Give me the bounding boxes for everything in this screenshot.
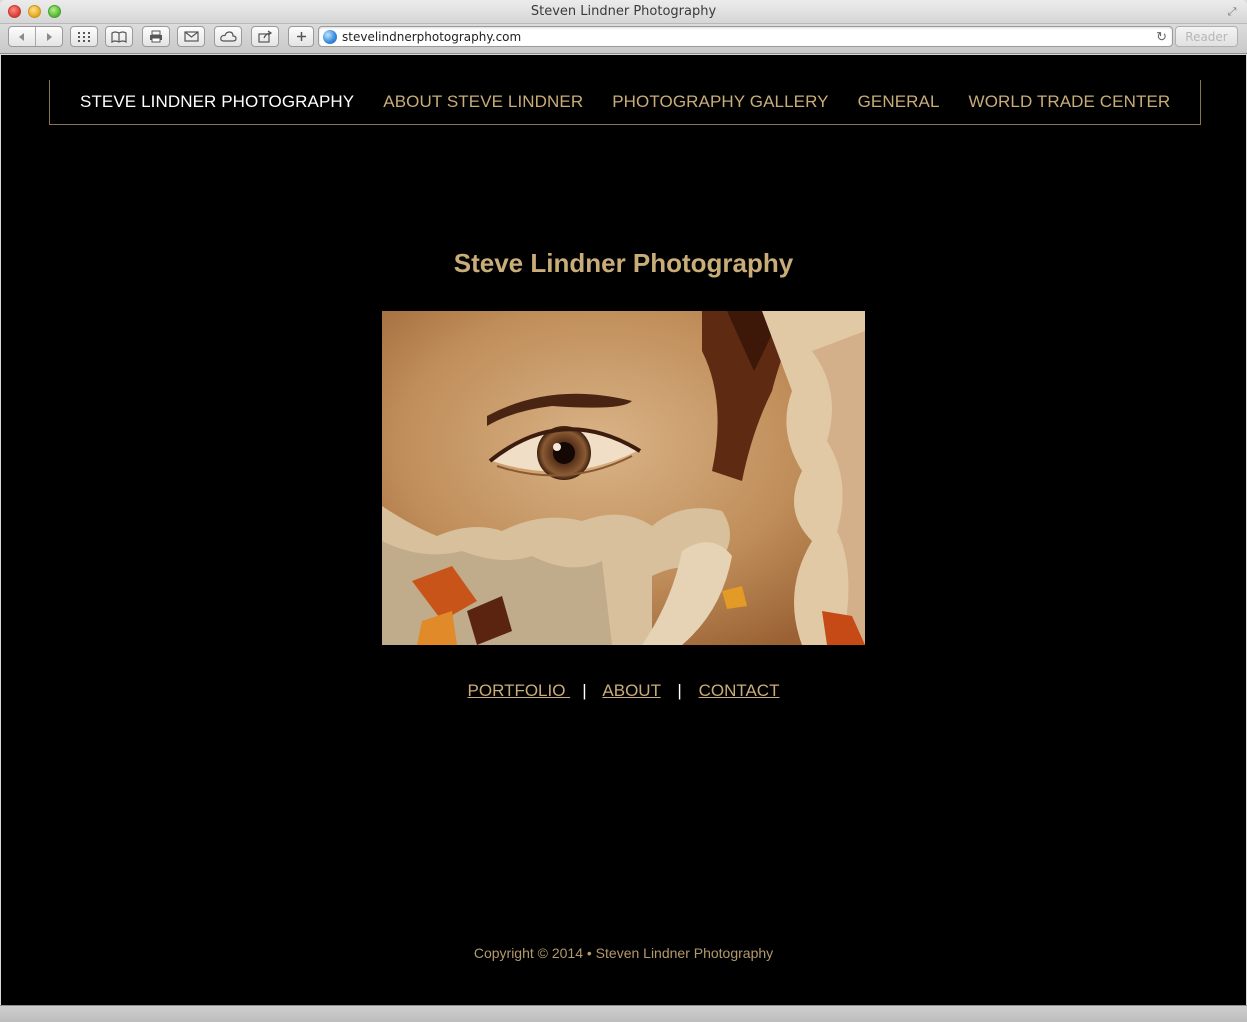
icloud-icon[interactable] [214,26,242,47]
forward-icon[interactable] [35,27,62,46]
add-icon[interactable] [288,26,314,47]
window-title: Steven Lindner Photography [530,4,717,19]
nav-item-gallery[interactable]: PHOTOGRAPHY GALLERY [612,92,828,112]
copyright-text: Copyright © 2014 • Steven Lindner Photog… [473,945,774,961]
link-separator: | [582,681,587,700]
address-bar[interactable]: stevelindnerphotography.com ↻ [318,26,1173,47]
contact-link[interactable]: CONTACT [699,681,780,700]
print-icon[interactable] [142,26,170,47]
mail-icon[interactable] [177,26,205,47]
window-titlebar: Steven Lindner Photography ⤢ [0,0,1247,24]
reload-icon[interactable]: ↻ [1156,29,1167,45]
nav-item-about[interactable]: ABOUT STEVE LINDNER [383,92,583,112]
back-icon[interactable] [9,27,35,46]
globe-icon [323,30,337,44]
share-icon[interactable] [251,26,279,47]
footer-links: PORTFOLIO | ABOUT | CONTACT [1,681,1246,701]
nav-item-general[interactable]: GENERAL [858,92,940,112]
main-nav: STEVE LINDNER PHOTOGRAPHY ABOUT STEVE LI… [49,80,1201,125]
portfolio-link[interactable]: PORTFOLIO [468,681,571,700]
bookmarks-icon[interactable] [105,26,133,47]
window-bottom-bar [0,1005,1247,1022]
back-forward-group [8,26,63,47]
hero-photo [382,311,865,645]
nav-item-home[interactable]: STEVE LINDNER PHOTOGRAPHY [80,92,354,112]
reader-button[interactable]: Reader [1175,26,1238,47]
url-text[interactable]: stevelindnerphotography.com [342,30,521,44]
page-title: Steve Lindner Photography [453,248,794,278]
link-separator: | [677,681,682,700]
browser-toolbar: stevelindnerphotography.com ↻ Reader [0,24,1247,54]
about-link[interactable]: ABOUT [602,681,660,700]
page-viewport: STEVE LINDNER PHOTOGRAPHY ABOUT STEVE LI… [1,55,1246,1005]
nav-item-world-trade-center[interactable]: WORLD TRADE CENTER [969,92,1171,112]
top-sites-icon[interactable] [70,26,98,47]
fullscreen-icon[interactable]: ⤢ [1225,5,1239,19]
